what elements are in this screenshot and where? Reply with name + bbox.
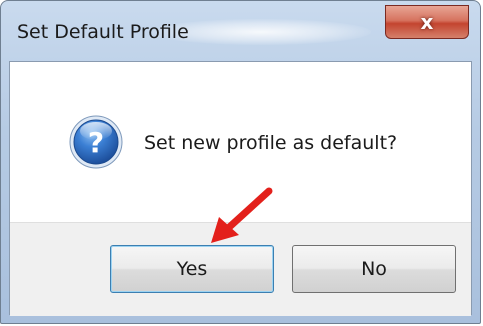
window-title: Set Default Profile — [17, 21, 189, 43]
close-icon: x — [420, 10, 434, 34]
button-bar: Yes No — [10, 222, 471, 316]
dialog-body: ? Set new profile as default? Yes No — [9, 61, 472, 316]
message-text: Set new profile as default? — [144, 132, 398, 154]
yes-button[interactable]: Yes — [110, 245, 274, 293]
dialog-window: Set Default Profile x ? Set new profile … — [0, 0, 481, 324]
question-icon: ? — [69, 115, 123, 169]
close-button[interactable]: x — [385, 5, 469, 39]
svg-text:?: ? — [88, 126, 104, 159]
no-button[interactable]: No — [292, 245, 456, 293]
title-bar[interactable]: Set Default Profile x — [1, 1, 480, 61]
message-area: ? Set new profile as default? — [10, 62, 471, 222]
